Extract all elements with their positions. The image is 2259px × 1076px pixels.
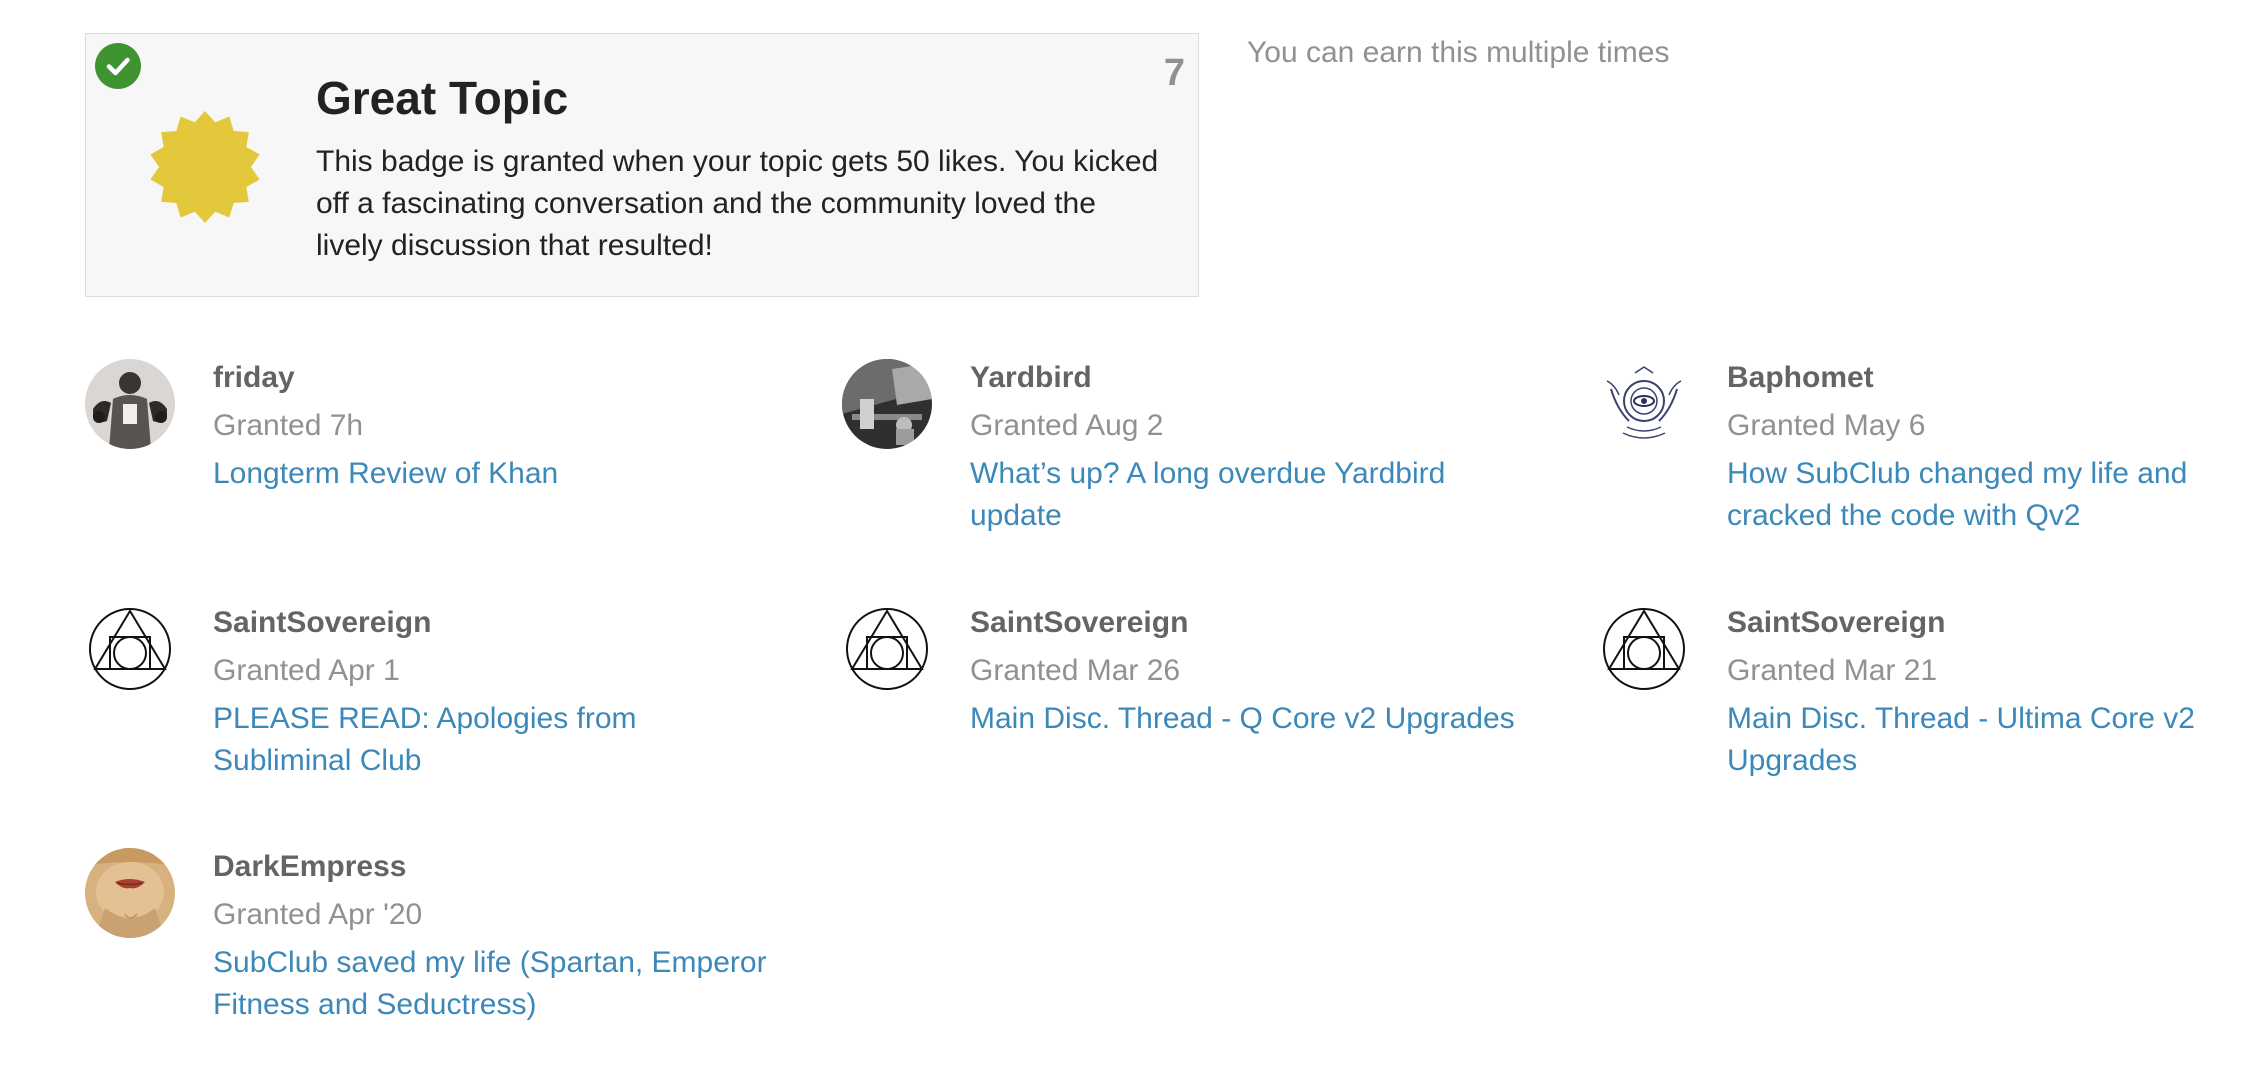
grant-username[interactable]: SaintSovereign bbox=[970, 604, 1188, 642]
granted-check-icon bbox=[95, 43, 141, 89]
grant-date: Granted Apr '20 bbox=[213, 898, 423, 931]
grant-topic-link[interactable]: What’s up? A long overdue Yardbird updat… bbox=[970, 453, 1530, 537]
grant-username[interactable]: Yardbird bbox=[970, 359, 1092, 397]
grant-username[interactable]: DarkEmpress bbox=[213, 848, 406, 886]
multiple-times-note: You can earn this multiple times bbox=[1247, 36, 1670, 69]
grant-date: Granted Aug 2 bbox=[970, 409, 1164, 442]
grant-topic-link[interactable]: Longterm Review of Khan bbox=[213, 453, 773, 495]
avatar[interactable] bbox=[85, 604, 175, 694]
badge-description: This badge is granted when your topic ge… bbox=[316, 145, 1159, 262]
grant-date: Granted Mar 26 bbox=[970, 654, 1181, 687]
avatar[interactable] bbox=[1599, 359, 1689, 449]
grant-topic-link[interactable]: Main Disc. Thread - Ultima Core v2 Upgra… bbox=[1727, 698, 2259, 782]
grant-username[interactable]: friday bbox=[213, 359, 295, 397]
sunburst-badge-icon bbox=[148, 110, 262, 224]
badge-title: Great Topic bbox=[316, 72, 569, 124]
grant-topic-link[interactable]: PLEASE READ: Apologies from Subliminal C… bbox=[213, 698, 773, 782]
grant-topic-link[interactable]: Main Disc. Thread - Q Core v2 Upgrades bbox=[970, 698, 1530, 740]
grant-date: Granted Mar 21 bbox=[1727, 654, 1938, 687]
grant-username[interactable]: SaintSovereign bbox=[1727, 604, 1945, 642]
grant-date: Granted Apr 1 bbox=[213, 654, 400, 687]
grant-date: Granted 7h bbox=[213, 409, 364, 442]
avatar[interactable] bbox=[85, 848, 175, 938]
grant-topic-link[interactable]: SubClub saved my life (Spartan, Emperor … bbox=[213, 942, 773, 1026]
grant-username[interactable]: Baphomet bbox=[1727, 359, 1874, 397]
avatar[interactable] bbox=[1599, 604, 1689, 694]
badge-page: Great Topic This badge is granted when y… bbox=[0, 0, 2259, 1076]
grant-topic-link[interactable]: How SubClub changed my life and cracked … bbox=[1727, 453, 2259, 537]
grant-date: Granted May 6 bbox=[1727, 409, 1926, 442]
badge-grant-count: 7 bbox=[1163, 52, 1185, 94]
avatar[interactable] bbox=[85, 359, 175, 449]
avatar[interactable] bbox=[842, 359, 932, 449]
grant-username[interactable]: SaintSovereign bbox=[213, 604, 431, 642]
avatar[interactable] bbox=[842, 604, 932, 694]
